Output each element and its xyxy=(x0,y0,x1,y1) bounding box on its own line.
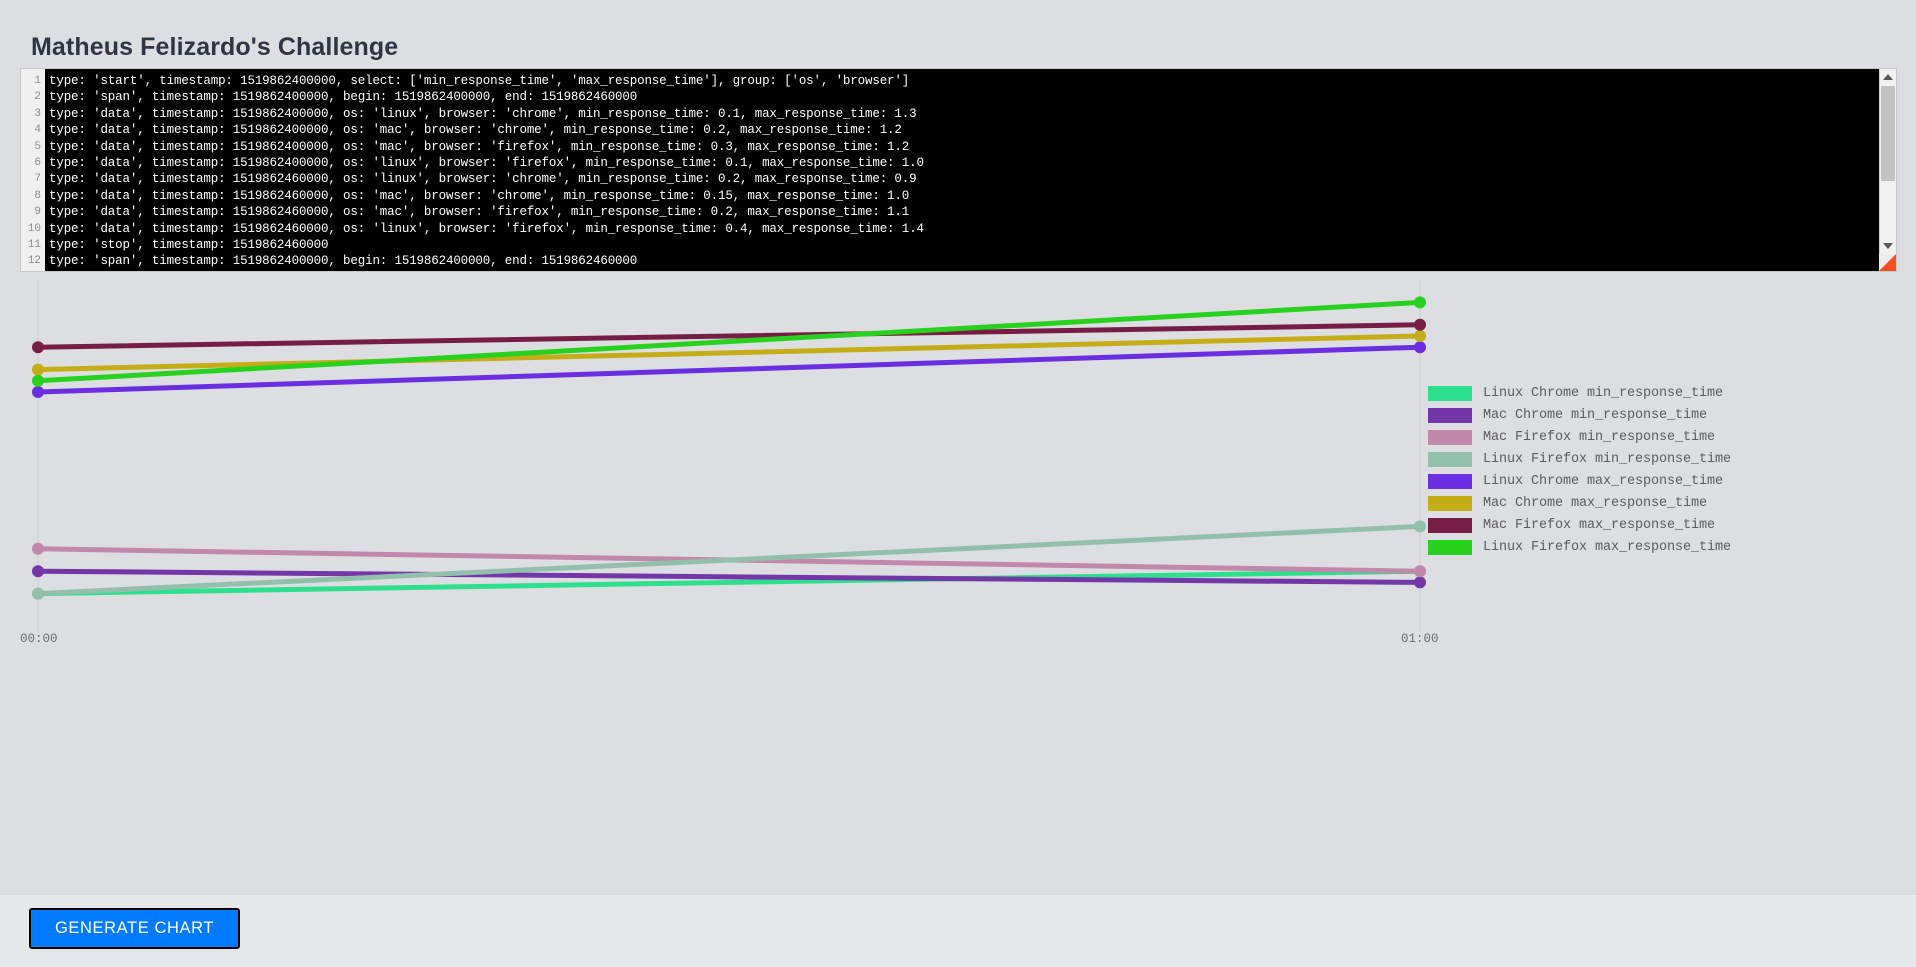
editor-vertical-scrollbar[interactable] xyxy=(1879,69,1896,271)
legend-color-swatch xyxy=(1428,517,1472,533)
code-line: type: 'data', timestamp: 1519862400000, … xyxy=(49,155,924,170)
legend-label: Linux Firefox min_response_time xyxy=(1483,451,1732,467)
legend-label: Mac Firefox max_response_time xyxy=(1483,517,1716,533)
series-point[interactable] xyxy=(32,542,44,555)
line-number: 1 xyxy=(34,75,41,87)
code-line: type: 'span', timestamp: 1519862400000, … xyxy=(49,90,638,105)
resize-grip-icon[interactable] xyxy=(1879,254,1896,271)
legend-color-swatch xyxy=(1428,429,1472,445)
legend-color-swatch xyxy=(1428,451,1472,467)
legend-label: Mac Chrome max_response_time xyxy=(1483,495,1708,511)
line-number: 12 xyxy=(27,255,41,268)
series-point[interactable] xyxy=(32,587,44,600)
line-number: 10 xyxy=(27,222,41,235)
scroll-up-arrow-icon[interactable] xyxy=(1880,69,1896,85)
series-point[interactable] xyxy=(32,386,44,398)
footer-bar: GENERATE CHART xyxy=(0,894,1916,967)
code-line: type: 'data', timestamp: 1519862460000, … xyxy=(49,188,910,203)
legend-item[interactable]: Linux Firefox min_response_time xyxy=(1428,448,1748,470)
series-point[interactable] xyxy=(1414,565,1426,578)
legend-color-swatch xyxy=(1428,385,1472,401)
code-line: type: 'data', timestamp: 1519862460000, … xyxy=(49,172,917,187)
legend-item[interactable]: Linux Chrome min_response_time xyxy=(1428,382,1748,404)
series-point[interactable] xyxy=(1414,576,1426,589)
x-axis-tick-start: 00:00 xyxy=(20,632,58,646)
legend-label: Linux Firefox max_response_time xyxy=(1483,539,1732,555)
line-number: 9 xyxy=(34,206,41,219)
line-number: 4 xyxy=(34,124,41,137)
series-point[interactable] xyxy=(1414,318,1426,331)
series-point[interactable] xyxy=(1414,341,1426,354)
legend-color-swatch xyxy=(1428,407,1472,423)
line-number: 8 xyxy=(34,189,41,202)
app-root: Matheus Felizardo's Challenge 1234567891… xyxy=(0,0,1916,967)
legend-label: Mac Firefox min_response_time xyxy=(1483,429,1716,445)
series-point[interactable] xyxy=(1414,520,1426,533)
code-line: type: 'data', timestamp: 1519862400000, … xyxy=(49,106,917,121)
line-number: 5 xyxy=(34,140,41,153)
legend-color-swatch xyxy=(1428,473,1472,489)
legend-color-swatch xyxy=(1428,539,1472,555)
code-line: type: 'data', timestamp: 1519862460000, … xyxy=(49,205,910,220)
line-number: 7 xyxy=(34,173,41,186)
chart-legend: Linux Chrome min_response_time Mac Chrome… xyxy=(1428,382,1748,558)
line-number: 3 xyxy=(34,107,41,120)
legend-item[interactable]: Mac Chrome min_response_time xyxy=(1428,404,1748,426)
legend-item[interactable]: Mac Firefox max_response_time xyxy=(1428,514,1748,536)
scroll-down-arrow-icon[interactable] xyxy=(1880,238,1896,254)
code-line: type: 'data', timestamp: 1519862400000, … xyxy=(49,139,910,154)
legend-item[interactable]: Mac Chrome max_response_time xyxy=(1428,492,1748,514)
code-line: type: 'data', timestamp: 1519862460000, … xyxy=(49,221,924,236)
legend-label: Linux Chrome max_response_time xyxy=(1483,473,1724,489)
code-line: type: 'span', timestamp: 1519862400000, … xyxy=(49,254,638,269)
generate-chart-button[interactable]: GENERATE CHART xyxy=(29,908,240,949)
code-text-area[interactable]: type: 'start', timestamp: 1519862400000,… xyxy=(45,69,1896,271)
legend-item[interactable]: Linux Chrome max_response_time xyxy=(1428,470,1748,492)
series-point[interactable] xyxy=(1414,330,1426,342)
line-number: 2 xyxy=(34,91,41,104)
page-title: Matheus Felizardo's Challenge xyxy=(31,32,399,61)
code-line: type: 'start', timestamp: 1519862400000,… xyxy=(49,74,910,88)
line-number-gutter: 1 2 3 4 5 6 7 8 9 10 11 12 xyxy=(21,69,45,271)
legend-label: Linux Chrome min_response_time xyxy=(1483,385,1724,401)
legend-label: Mac Chrome min_response_time xyxy=(1483,407,1708,423)
series-point[interactable] xyxy=(32,341,44,354)
line-number: 6 xyxy=(34,156,41,169)
line-number: 11 xyxy=(27,238,41,251)
scrollbar-thumb[interactable] xyxy=(1881,86,1895,181)
series-point[interactable] xyxy=(1414,296,1426,309)
code-line: type: 'stop', timestamp: 1519862460000 xyxy=(49,237,329,252)
code-line: type: 'data', timestamp: 1519862400000, … xyxy=(49,123,902,138)
legend-item[interactable]: Linux Firefox max_response_time xyxy=(1428,536,1748,558)
x-axis-tick-end: 01:00 xyxy=(1401,632,1439,646)
series-point[interactable] xyxy=(32,374,44,387)
legend-color-swatch xyxy=(1428,495,1472,511)
code-editor[interactable]: 1 2 3 4 5 6 7 8 9 10 11 12 type: 'start', timestamp… xyxy=(20,68,1897,272)
series-point[interactable] xyxy=(32,363,44,376)
series-point[interactable] xyxy=(32,565,44,578)
legend-item[interactable]: Mac Firefox min_response_time xyxy=(1428,426,1748,448)
